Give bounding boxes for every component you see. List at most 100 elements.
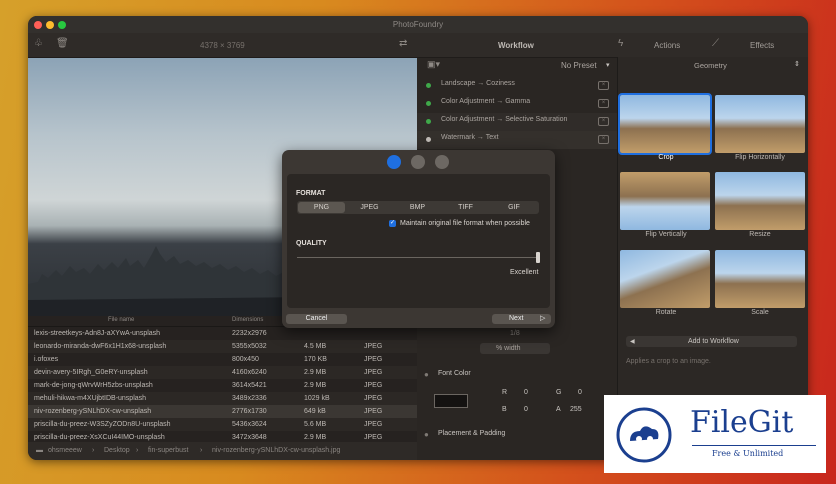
row-filename: devin-avery-5IRgh_G0eRY-unsplash: [34, 369, 148, 376]
remove-step-icon[interactable]: ×: [598, 135, 609, 144]
list-step-icon[interactable]: [411, 155, 425, 169]
table-row[interactable]: priscilla-du-preez-W3SZyZODn8U-unsplash …: [28, 418, 417, 431]
preset-menu-icon[interactable]: ▣▾: [427, 59, 440, 70]
path-bar: ▬ ohsmeeew › Desktop › fin-superbust › n…: [28, 442, 417, 460]
workflow-item-label: Landscape → Coziness: [441, 80, 515, 87]
swap-icon[interactable]: ⇄: [399, 38, 407, 49]
workflow-item[interactable]: Color Adjustment → Selective Saturation …: [417, 113, 617, 131]
effect-label[interactable]: Flip Vertically: [618, 231, 714, 238]
add-to-workflow-button[interactable]: ◀ Add to Workflow: [626, 336, 797, 347]
table-row[interactable]: mehuli-hikwa-m4XUjbtIDB-unsplash 3489x23…: [28, 392, 417, 405]
col-dimensions-header[interactable]: Dimensions: [232, 317, 263, 323]
row-dimensions: 5436x3624: [232, 421, 267, 428]
tab-effects[interactable]: Effects: [750, 41, 774, 50]
table-row[interactable]: mark-de-jong-qWrvWrH5zbs-unsplash 3614x5…: [28, 379, 417, 392]
bolt-icon[interactable]: ϟ: [618, 38, 623, 49]
a-field[interactable]: 255: [570, 406, 582, 413]
g-field[interactable]: 0: [578, 389, 582, 396]
chevron-down-icon: ▾: [606, 62, 610, 69]
path-item[interactable]: fin-superbust: [148, 447, 188, 454]
row-size: 2.9 MB: [304, 382, 327, 389]
active-dot-icon: [426, 83, 431, 88]
window-title: PhotoFoundry: [392, 20, 444, 29]
trash-icon[interactable]: 🗑: [56, 38, 69, 49]
remove-step-icon[interactable]: ×: [598, 117, 609, 126]
row-type: JPEG: [364, 369, 383, 376]
workflow-item-label: Color Adjustment → Gamma: [441, 98, 531, 105]
format-title: FORMAT: [296, 190, 326, 197]
path-item[interactable]: Desktop: [104, 447, 130, 454]
file-list: File name Dimensions lexis-streetkeys-Ad…: [28, 316, 417, 442]
effect-label[interactable]: Rotate: [618, 309, 714, 316]
format-tiff[interactable]: TIFF: [442, 202, 489, 213]
filegit-logo-icon: [616, 407, 672, 463]
path-item[interactable]: ohsmeeew: [48, 447, 82, 454]
row-dimensions: 5355x5032: [232, 343, 267, 350]
row-dimensions: 3614x5421: [232, 382, 267, 389]
inactive-dot-icon: [426, 137, 431, 142]
scale-thumbnail[interactable]: [715, 250, 805, 308]
effect-label[interactable]: Crop: [618, 154, 714, 161]
remove-step-icon[interactable]: ×: [598, 99, 609, 108]
row-filename: mehuli-hikwa-m4XUjbtIDB-unsplash: [34, 395, 147, 402]
next-button[interactable]: Next ▷: [492, 314, 551, 324]
arrow-left-icon: ◀: [630, 339, 635, 345]
row-dimensions: 3489x2336: [232, 395, 267, 402]
magic-wand-icon[interactable]: ⟋: [712, 38, 719, 49]
table-row[interactable]: i.ofoxes 800x450 170 KB JPEG: [28, 353, 417, 366]
font-color-swatch[interactable]: [434, 394, 468, 408]
rotate-thumbnail[interactable]: [620, 250, 710, 308]
workflow-item-selected[interactable]: Watermark → Text ×: [417, 131, 617, 149]
table-row-selected[interactable]: niv-rozenberg-ySNLhDX-cw-unsplash 2776x1…: [28, 405, 417, 418]
row-filename: priscilla-du-preez-W3SZyZODn8U-unsplash: [34, 421, 171, 428]
tab-actions[interactable]: Actions: [654, 41, 680, 50]
row-size: 1029 kB: [304, 395, 330, 402]
row-size: 649 kB: [304, 408, 326, 415]
width-mode-label: % width: [496, 345, 521, 352]
active-dot-icon: [426, 101, 431, 106]
category-dropdown[interactable]: Geometry: [694, 61, 727, 70]
format-png[interactable]: PNG: [298, 202, 345, 213]
sliders-icon[interactable]: ♧: [34, 38, 43, 49]
resize-thumbnail[interactable]: [715, 172, 805, 230]
export-dialog: FORMAT PNG JPEG BMP TIFF GIF ✓ Maintain …: [282, 150, 555, 328]
r-field[interactable]: 0: [524, 389, 528, 396]
path-item[interactable]: niv-rozenberg-ySNLhDX-cw-unsplash.jpg: [212, 447, 340, 454]
col-filename-header[interactable]: File name: [108, 317, 134, 323]
remove-step-icon[interactable]: ×: [598, 81, 609, 90]
format-step-icon[interactable]: [387, 155, 401, 169]
width-mode-select[interactable]: % width: [480, 343, 550, 354]
row-filename: priscilla-du-preez-XsXCuI44IMO-unsplash: [34, 434, 165, 441]
effect-label[interactable]: Flip Horizontally: [712, 154, 808, 161]
lock-step-icon[interactable]: [435, 155, 449, 169]
row-size: 5.6 MB: [304, 421, 327, 428]
row-dimensions: 800x450: [232, 356, 259, 363]
r-label: R: [502, 389, 508, 396]
table-row[interactable]: leonardo-miranda-dwF6x1H1x68-unsplash 53…: [28, 340, 417, 353]
workflow-item[interactable]: Landscape → Coziness ×: [417, 77, 617, 95]
effect-description: Applies a crop to an image.: [626, 358, 711, 365]
row-type: JPEG: [364, 356, 383, 363]
cancel-button[interactable]: Cancel: [286, 314, 347, 324]
flip-vertically-thumbnail[interactable]: [620, 172, 710, 230]
format-bmp[interactable]: BMP: [394, 202, 441, 213]
effect-label[interactable]: Resize: [712, 231, 808, 238]
row-filename: lexis-streetkeys-Adn8J-aXYwA-unsplash: [34, 330, 161, 337]
workflow-title: Workflow: [498, 41, 534, 50]
format-gif[interactable]: GIF: [490, 202, 538, 213]
active-dot-icon: [426, 119, 431, 124]
quality-slider-thumb[interactable]: [536, 252, 540, 263]
quality-slider-track[interactable]: [297, 257, 539, 258]
preset-dropdown[interactable]: No Preset: [561, 61, 597, 70]
b-field[interactable]: 0: [524, 406, 528, 413]
table-row[interactable]: lexis-streetkeys-Adn8J-aXYwA-unsplash 22…: [28, 327, 417, 340]
flip-horizontally-thumbnail[interactable]: [715, 95, 805, 153]
row-filename: niv-rozenberg-ySNLhDX-cw-unsplash: [34, 408, 152, 415]
format-jpeg[interactable]: JPEG: [346, 202, 393, 213]
workflow-item[interactable]: Color Adjustment → Gamma ×: [417, 95, 617, 113]
maintain-format-checkbox[interactable]: ✓: [389, 220, 396, 227]
effect-label[interactable]: Scale: [712, 309, 808, 316]
table-row[interactable]: devin-avery-5IRgh_G0eRY-unsplash 4160x62…: [28, 366, 417, 379]
crop-thumbnail[interactable]: [618, 93, 712, 155]
quality-title: QUALITY: [296, 240, 327, 247]
